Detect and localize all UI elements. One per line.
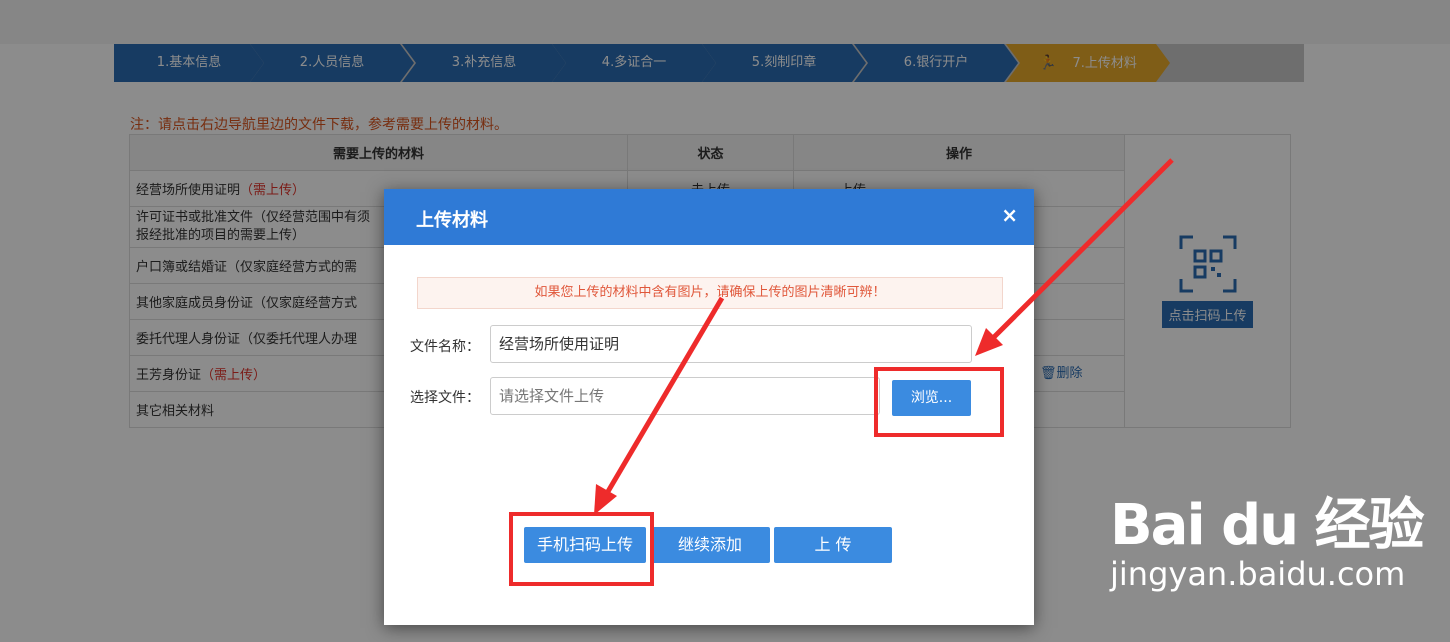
arrow-line-browse	[984, 158, 1174, 347]
arrow-head-scan	[594, 484, 617, 515]
arrow-line-scan	[600, 296, 725, 502]
watermark-brand: Bai du 经验	[1110, 493, 1425, 558]
watermark-url: jingyan.baidu.com	[1110, 555, 1406, 593]
baidu-jingyan-watermark: Bai du 经验 jingyan.baidu.com	[1110, 480, 1425, 593]
